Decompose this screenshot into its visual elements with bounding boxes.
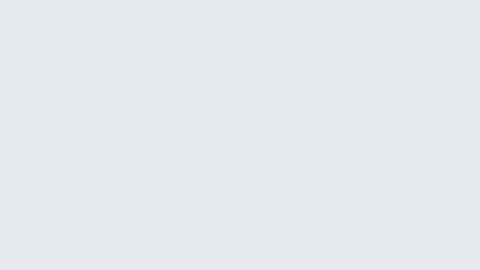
blank-screen xyxy=(0,0,480,270)
